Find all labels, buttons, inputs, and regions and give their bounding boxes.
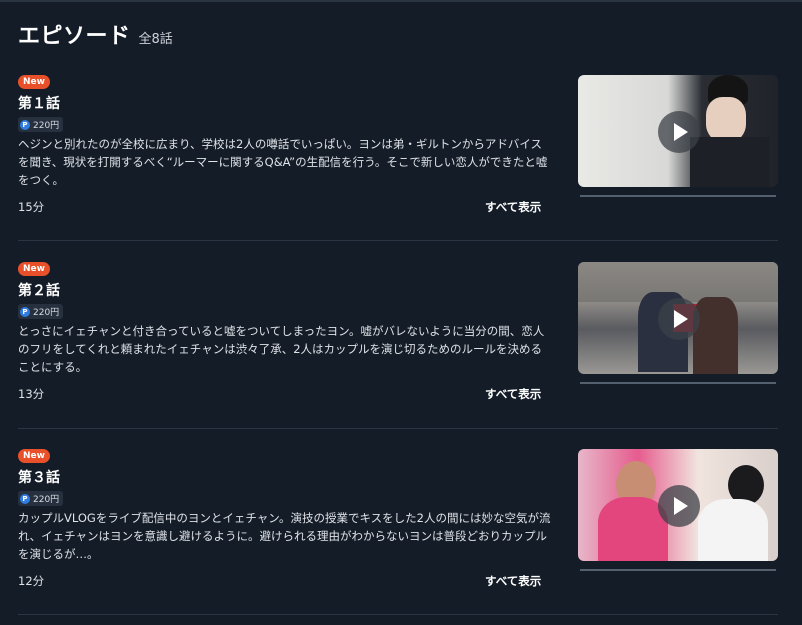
episode-item: New 第３話 P 220円 カップルVLOGをライブ配信中のヨンとイェチャン。…: [18, 449, 778, 619]
thumbnail-figure: [698, 499, 768, 561]
episode-title: 第２話: [18, 283, 60, 299]
price-tag: P 220円: [18, 117, 64, 132]
episode-description: とっさにイェチャンと付き合っていると嘘をついてしまったヨン。嘘がバレないように当…: [18, 324, 545, 374]
episode-item: New 第２話 P 220円 とっさにイェチャンと付き合っていると嘘をついてしま…: [18, 262, 778, 432]
point-icon: P: [20, 306, 30, 317]
play-icon[interactable]: [658, 485, 700, 527]
price-text: 220円: [33, 495, 60, 505]
divider: [18, 428, 778, 429]
divider: [18, 614, 778, 615]
episode-description: ヘジンと別れたのが全校に広まり、学校は2人の噂話でいっぱい。ヨンは弟・ギルトンか…: [18, 137, 548, 187]
progress-bar: [580, 195, 776, 197]
play-icon[interactable]: [658, 111, 700, 153]
new-badge: New: [18, 262, 50, 276]
top-border: [0, 0, 802, 2]
new-badge: New: [18, 449, 50, 463]
episode-duration: 15分: [18, 200, 45, 214]
thumbnail-figure: [690, 137, 770, 187]
episode-item: New 第１話 P 220円 ヘジンと別れたのが全校に広まり、学校は2人の噂話で…: [18, 75, 778, 245]
episode-thumbnail[interactable]: [578, 262, 778, 374]
progress-bar: [580, 382, 776, 384]
episode-description: カップルVLOGをライブ配信中のヨンとイェチャン。演技の授業でキスをした2人の間…: [18, 511, 551, 561]
progress-bar: [580, 569, 776, 571]
episode-count: 全8話: [138, 32, 173, 47]
show-all-link[interactable]: すべて表示: [485, 199, 541, 215]
episode-title: 第１話: [18, 96, 60, 112]
show-all-link[interactable]: すべて表示: [485, 386, 541, 402]
divider: [18, 240, 778, 241]
point-icon: P: [20, 493, 30, 504]
price-text: 220円: [33, 121, 60, 131]
thumbnail-figure: [693, 297, 738, 374]
episode-title: 第３話: [18, 470, 60, 486]
episode-thumbnail[interactable]: [578, 449, 778, 561]
play-icon[interactable]: [658, 298, 700, 340]
episode-duration: 12分: [18, 574, 45, 588]
price-tag: P 220円: [18, 304, 64, 319]
episode-thumbnail[interactable]: [578, 75, 778, 187]
point-icon: P: [20, 119, 30, 130]
episode-duration: 13分: [18, 387, 45, 401]
new-badge: New: [18, 75, 50, 89]
show-all-link[interactable]: すべて表示: [485, 573, 541, 589]
price-text: 220円: [33, 308, 60, 318]
page-title: エピソード: [18, 24, 131, 49]
thumbnail-figure: [706, 97, 746, 142]
episode-header: エピソード 全8話: [18, 18, 173, 50]
price-tag: P 220円: [18, 491, 64, 506]
